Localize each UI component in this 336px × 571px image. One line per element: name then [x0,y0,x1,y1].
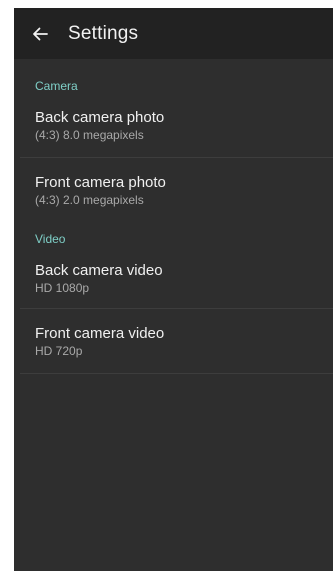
setting-title: Back camera photo [35,109,165,126]
back-camera-video-setting[interactable]: Back camera video HD 1080p [14,262,333,296]
setting-summary: (4:3) 2.0 megapixels [35,193,144,207]
setting-title: Back camera video [35,262,163,279]
section-header-video: Video [35,232,66,246]
back-camera-photo-setting[interactable]: Back camera photo (4:3) 8.0 megapixels [14,109,333,143]
arrow-left-icon[interactable] [30,24,50,44]
setting-title: Front camera video [35,325,165,342]
front-camera-video-setting[interactable]: Front camera video HD 720p [14,325,333,359]
section-header-camera: Camera [35,79,78,93]
settings-screen: Settings Camera Back camera photo (4:3) … [14,8,333,571]
divider [20,157,333,158]
setting-summary: (4:3) 8.0 megapixels [35,128,144,142]
front-camera-photo-setting[interactable]: Front camera photo (4:3) 2.0 megapixels [14,174,333,208]
divider [20,308,333,309]
setting-summary: HD 720p [35,344,83,358]
divider [20,373,333,374]
setting-summary: HD 1080p [35,281,90,295]
setting-title: Front camera photo [35,174,166,191]
page-title: Settings [68,22,139,44]
app-bar: Settings [14,8,333,59]
